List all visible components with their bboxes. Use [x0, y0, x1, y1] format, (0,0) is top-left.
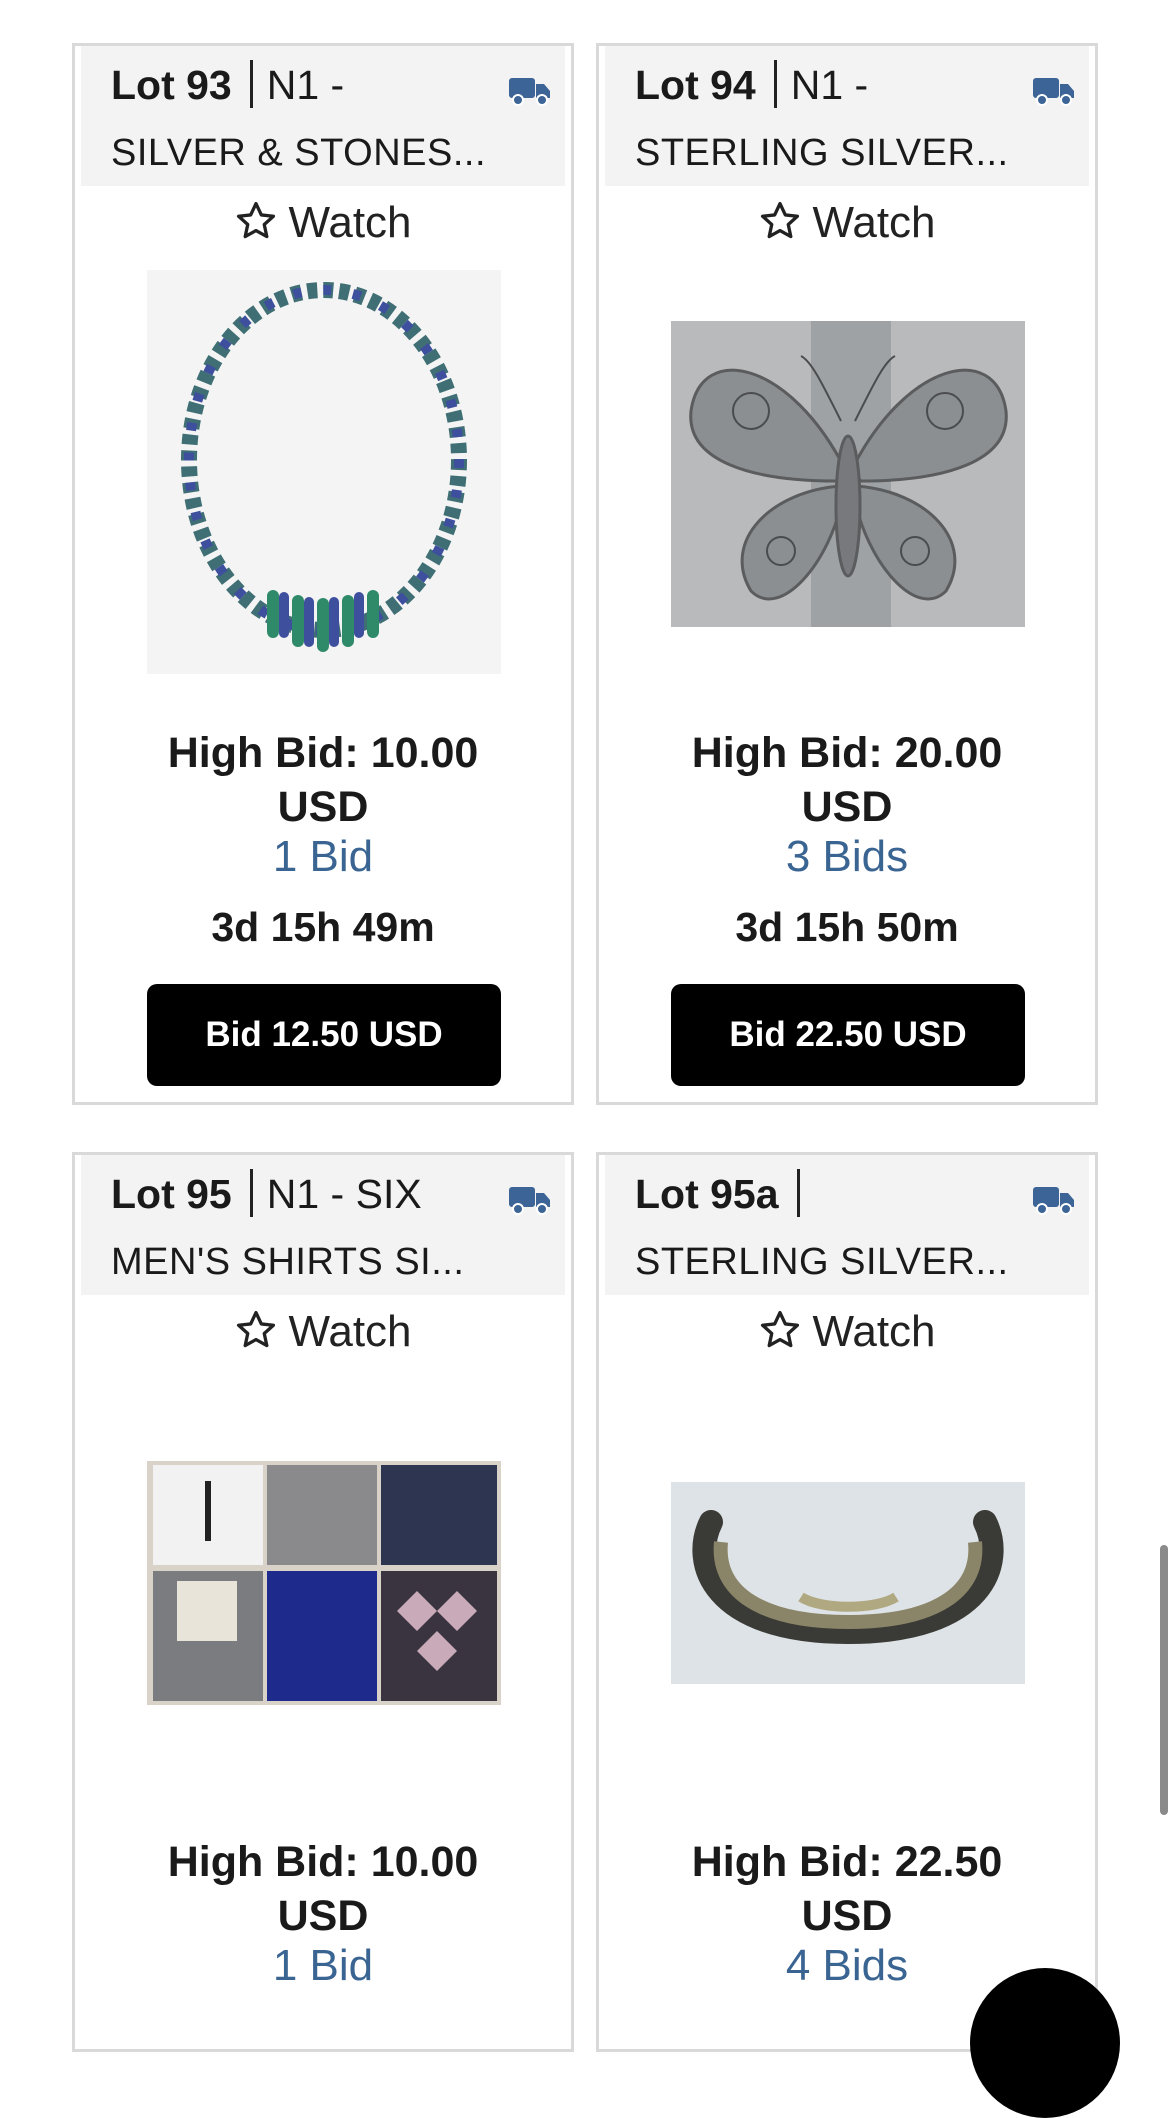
lot-heading: Lot 93 N1 - [111, 60, 344, 109]
scrollbar-thumb[interactable] [1160, 1545, 1168, 1815]
star-outline-icon [237, 1310, 276, 1348]
divider [773, 60, 777, 108]
lot-number: Lot 95a [635, 1171, 779, 1217]
lot-header[interactable]: Lot 95 N1 - SIX MEN'S SHIRTS SI... [81, 1155, 565, 1295]
watch-button[interactable]: Watch [75, 1297, 571, 1367]
lot-card[interactable]: Lot 95 N1 - SIX MEN'S SHIRTS SI... Watch … [72, 1152, 574, 2052]
watch-label: Watch [812, 1307, 936, 1356]
lot-heading: Lot 95a [635, 1169, 814, 1218]
butterfly-ring-image[interactable] [671, 321, 1025, 627]
lot-card[interactable]: Lot 94 N1 - STERLING SILVER... Watch Hig… [596, 43, 1098, 1105]
star-outline-icon [761, 1310, 800, 1348]
lot-number: Lot 93 [111, 62, 232, 108]
lot-header[interactable]: Lot 93 N1 - SILVER & STONES... [81, 46, 565, 186]
high-bid-amount: High Bid: 10.00 [167, 729, 479, 777]
lot-heading: Lot 95 N1 - SIX [111, 1169, 422, 1218]
high-bid: High Bid: 22.50 USD [599, 1835, 1095, 1943]
high-bid-currency: USD [277, 1892, 369, 1940]
high-bid-currency: USD [801, 1892, 893, 1940]
place-bid-button[interactable]: Bid 22.50 USD [671, 984, 1025, 1086]
place-bid-button[interactable]: Bid 12.50 USD [147, 984, 501, 1086]
lot-card[interactable]: Lot 93 N1 - SILVER & STONES... Watch Hig… [72, 43, 574, 1105]
watch-button[interactable]: Watch [75, 188, 571, 258]
watch-button[interactable]: Watch [599, 188, 1095, 258]
shirts-image[interactable] [147, 1461, 501, 1705]
high-bid-amount: High Bid: 22.50 [691, 1838, 1003, 1886]
bid-count-link[interactable]: 1 Bid [75, 832, 571, 882]
high-bid: High Bid: 10.00 USD [75, 726, 571, 834]
lot-title[interactable]: STERLING SILVER... [635, 1241, 1009, 1284]
lot-title[interactable]: STERLING SILVER... [635, 132, 1009, 175]
star-outline-icon [237, 201, 276, 239]
divider [796, 1169, 800, 1217]
lot-title[interactable]: SILVER & STONES... [111, 132, 486, 175]
lot-subtitle: N1 - [790, 62, 869, 108]
high-bid-currency: USD [801, 783, 893, 831]
divider [249, 1169, 253, 1217]
truck-icon [1033, 1187, 1074, 1215]
divider [249, 60, 253, 108]
time-remaining: 3d 15h 50m [735, 904, 959, 950]
truck-icon [509, 78, 550, 106]
lot-card[interactable]: Lot 95a STERLING SILVER... Watch High Bi… [596, 1152, 1098, 2052]
high-bid-amount: High Bid: 10.00 [167, 1838, 479, 1886]
bid-count-link[interactable]: 1 Bid [75, 1941, 571, 1991]
lot-header[interactable]: Lot 95a STERLING SILVER... [605, 1155, 1089, 1295]
lot-title[interactable]: MEN'S SHIRTS SI... [111, 1241, 464, 1284]
star-outline-icon [761, 201, 800, 239]
floating-action-button[interactable] [970, 1968, 1120, 2118]
bid-count-link[interactable]: 3 Bids [599, 832, 1095, 882]
lot-subtitle: N1 - SIX [266, 1171, 422, 1217]
watch-button[interactable]: Watch [599, 1297, 1095, 1367]
truck-icon [1033, 78, 1074, 106]
lot-header[interactable]: Lot 94 N1 - STERLING SILVER... [605, 46, 1089, 186]
lot-heading: Lot 94 N1 - [635, 60, 868, 109]
high-bid: High Bid: 20.00 USD [599, 726, 1095, 834]
time-remaining: 3d 15h 49m [211, 904, 435, 950]
watch-label: Watch [288, 1307, 412, 1356]
lot-subtitle: N1 - [266, 62, 345, 108]
truck-icon [509, 1187, 550, 1215]
necklace-image[interactable] [147, 270, 501, 674]
lot-number: Lot 95 [111, 1171, 232, 1217]
watch-label: Watch [812, 198, 936, 247]
high-bid: High Bid: 10.00 USD [75, 1835, 571, 1943]
lot-number: Lot 94 [635, 62, 756, 108]
watch-label: Watch [288, 198, 412, 247]
high-bid-amount: High Bid: 20.00 [691, 729, 1003, 777]
high-bid-currency: USD [277, 783, 369, 831]
bracelet-image[interactable] [671, 1482, 1025, 1684]
